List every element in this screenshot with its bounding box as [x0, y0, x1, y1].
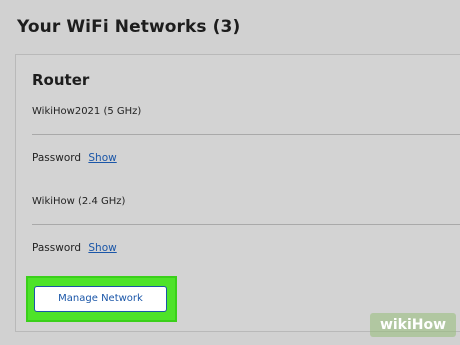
page-title: Your WiFi Networks (3)	[17, 17, 241, 37]
divider	[32, 224, 460, 225]
card-title: Router	[32, 71, 90, 89]
network-name: WikiHow2021 (5 GHz)	[32, 106, 142, 117]
wikihow-watermark: wikiHow	[370, 313, 456, 337]
divider	[32, 134, 460, 135]
highlight-box: Manage Network	[26, 276, 177, 322]
show-password-link[interactable]: Show	[88, 242, 116, 254]
manage-network-button[interactable]: Manage Network	[34, 286, 167, 312]
password-label: Password	[32, 152, 82, 164]
password-label: Password	[32, 242, 82, 254]
network-name: WikiHow (2.4 GHz)	[32, 196, 126, 207]
password-row: Password Show	[32, 152, 117, 164]
password-row: Password Show	[32, 242, 117, 254]
show-password-link[interactable]: Show	[88, 152, 116, 164]
router-card: Router WikiHow2021 (5 GHz) Password Show…	[15, 54, 460, 332]
